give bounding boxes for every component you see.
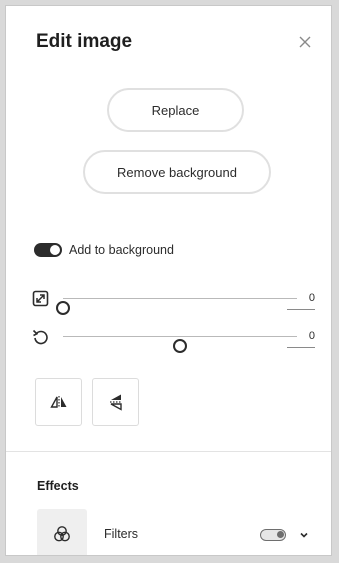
chevron-down-icon[interactable] [299,530,309,540]
filters-icon [54,526,70,542]
filters-tile[interactable] [37,509,87,555]
add-to-background-switch[interactable] [34,243,62,257]
rotate-slider-track[interactable] [63,336,297,353]
section-divider [6,451,331,452]
remove-background-button[interactable]: Remove background [83,150,271,194]
filters-label: Filters [104,527,139,541]
rotate-value-field[interactable]: 0 [287,327,315,348]
rotate-slider-thumb[interactable] [173,339,187,353]
replace-button[interactable]: Replace [107,88,244,132]
resize-icon [32,290,49,307]
filters-switch[interactable] [260,529,286,541]
scale-slider-row: 0 [32,289,322,315]
filters-row[interactable]: Filters [37,509,327,555]
rotate-icon [32,329,48,345]
add-to-background-toggle[interactable]: Add to background [34,243,174,257]
flip-horizontal-icon [49,396,66,408]
rotate-slider-row: 0 [32,327,322,353]
edit-image-panel: Edit image Replace Remove background Add… [5,5,332,556]
flip-horizontal-button[interactable] [35,378,82,426]
scale-value-field[interactable]: 0 [287,289,315,310]
scale-slider-thumb[interactable] [56,301,70,315]
scale-slider-track[interactable] [56,298,297,315]
close-icon[interactable] [297,34,313,50]
flip-vertical-button[interactable] [92,378,139,426]
flip-vertical-icon [109,394,122,411]
panel-title: Edit image [36,31,133,52]
add-to-background-label: Add to background [69,243,174,257]
effects-heading: Effects [37,479,79,493]
